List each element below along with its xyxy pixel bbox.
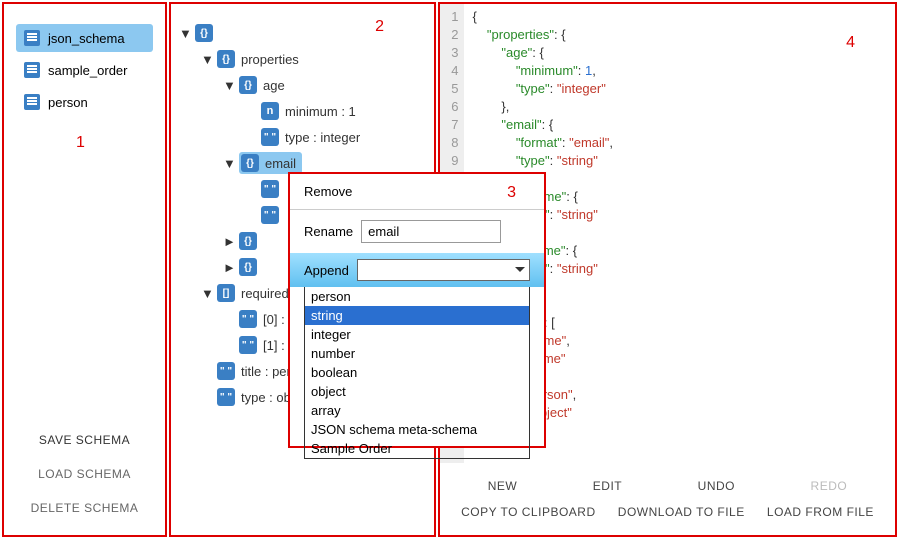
schema-list-pane: 1 json_schemasample_orderperson SAVE SCH… — [2, 2, 167, 537]
node-type-icon: {} — [241, 154, 259, 172]
document-icon — [24, 94, 40, 110]
node-type-icon: " " — [239, 336, 257, 354]
toolbar-redo: REDO — [811, 479, 848, 493]
tree-toggle-icon[interactable]: ▼ — [223, 78, 235, 93]
node-type-icon: {} — [239, 258, 257, 276]
toolbar-copy-to-clipboard[interactable]: COPY TO CLIPBOARD — [461, 505, 596, 519]
tree-toggle-icon[interactable]: ▼ — [201, 52, 213, 67]
tree-node-label: email — [265, 156, 296, 171]
tree-node[interactable]: ▼ {} properties — [179, 46, 426, 72]
dropdown-option[interactable]: number — [305, 344, 529, 363]
schema-item-label: sample_order — [48, 63, 128, 78]
dropdown-option[interactable]: integer — [305, 325, 529, 344]
node-type-icon: n — [261, 102, 279, 120]
tree-node[interactable]: " " type : integer — [179, 124, 426, 150]
delete-schema-button[interactable]: DELETE SCHEMA — [14, 491, 155, 525]
dropdown-option[interactable]: array — [305, 401, 529, 420]
schema-item-person[interactable]: person — [16, 88, 153, 116]
toolbar-edit[interactable]: EDIT — [593, 479, 622, 493]
tree-toggle-icon[interactable]: ▼ — [179, 26, 191, 41]
toolbar-new[interactable]: NEW — [488, 479, 518, 493]
load-schema-button[interactable]: LOAD SCHEMA — [14, 457, 155, 491]
node-type-icon: {} — [217, 50, 235, 68]
toolbar-load-from-file[interactable]: LOAD FROM FILE — [767, 505, 874, 519]
tree-node[interactable]: ▼ {} age — [179, 72, 426, 98]
node-type-icon: {} — [239, 76, 257, 94]
tree-node-label: properties — [241, 52, 299, 67]
context-rename-input[interactable] — [361, 220, 501, 243]
document-icon — [24, 30, 40, 46]
tree-toggle-icon[interactable]: ► — [223, 260, 235, 275]
tree-node-label: type : integer — [285, 130, 360, 145]
context-append-combo[interactable] — [357, 259, 530, 281]
dropdown-option[interactable]: boolean — [305, 363, 529, 382]
tree-toggle-icon[interactable]: ▼ — [201, 286, 213, 301]
dropdown-option[interactable]: object — [305, 382, 529, 401]
tree-node-label: minimum : 1 — [285, 104, 356, 119]
context-rename-label: Rename — [304, 224, 353, 239]
dropdown-option[interactable]: JSON schema meta-schema — [305, 420, 529, 439]
node-type-icon: " " — [261, 128, 279, 146]
tree-node[interactable]: n minimum : 1 — [179, 98, 426, 124]
dropdown-option[interactable]: string — [305, 306, 529, 325]
toolbar-undo[interactable]: UNDO — [698, 479, 735, 493]
context-menu: 3 Remove Rename Append personstringinteg… — [288, 172, 546, 448]
tree-toggle-icon[interactable]: ▼ — [223, 156, 235, 171]
context-remove[interactable]: Remove — [290, 174, 544, 210]
node-type-icon: " " — [239, 310, 257, 328]
schema-item-json_schema[interactable]: json_schema — [16, 24, 153, 52]
node-type-icon: [] — [217, 284, 235, 302]
schema-item-label: person — [48, 95, 88, 110]
context-remove-label: Remove — [304, 184, 352, 199]
context-append-label: Append — [304, 263, 349, 278]
tree-node-label: age — [263, 78, 285, 93]
document-icon — [24, 62, 40, 78]
node-type-icon: {} — [239, 232, 257, 250]
node-type-icon: " " — [217, 388, 235, 406]
schema-item-label: json_schema — [48, 31, 125, 46]
tree-node-label: required — [241, 286, 289, 301]
schema-item-sample_order[interactable]: sample_order — [16, 56, 153, 84]
toolbar-download-to-file[interactable]: DOWNLOAD TO FILE — [618, 505, 745, 519]
dropdown-option[interactable]: person — [305, 287, 529, 306]
context-append-row: Append — [290, 253, 544, 287]
context-rename-row: Rename — [290, 210, 544, 253]
dropdown-option[interactable]: Sample Order — [305, 439, 529, 458]
tree-toggle-icon[interactable]: ► — [223, 234, 235, 249]
context-append-dropdown[interactable]: personstringintegernumberbooleanobjectar… — [304, 287, 530, 459]
node-type-icon: " " — [261, 180, 279, 198]
node-type-icon: {} — [195, 24, 213, 42]
node-type-icon: " " — [217, 362, 235, 380]
save-schema-button[interactable]: SAVE SCHEMA — [14, 423, 155, 457]
tree-node[interactable]: ▼ {} — [179, 20, 426, 46]
node-type-icon: " " — [261, 206, 279, 224]
